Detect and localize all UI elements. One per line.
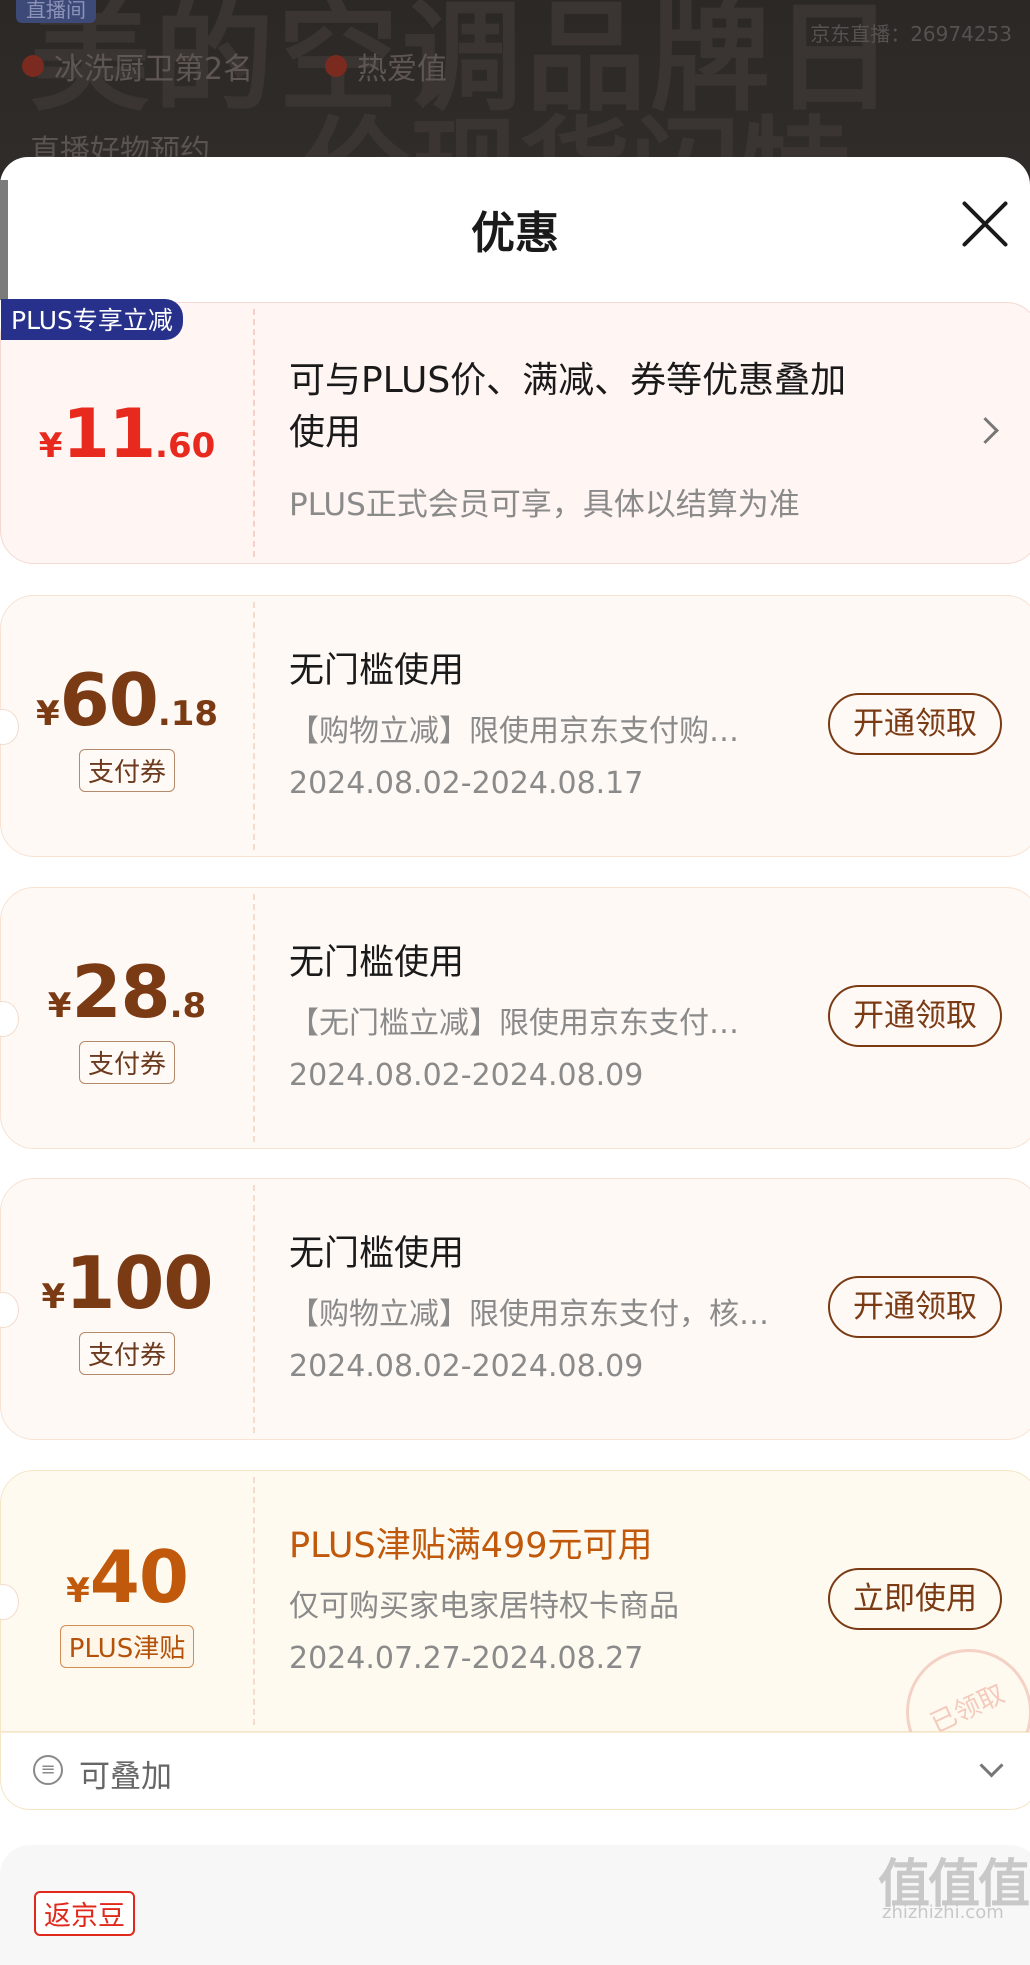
- coupon-title: 无门槛使用: [289, 651, 465, 691]
- coupon-card: ¥60.18 支付券 无门槛使用 【购物立减】限使用京东支付购… 2024.08…: [0, 595, 1030, 857]
- coupon-title: 无门槛使用: [289, 943, 465, 983]
- activate-claim-button[interactable]: 开通领取: [828, 693, 1002, 755]
- sheet-title: 优惠: [471, 208, 559, 259]
- chevron-down-icon[interactable]: [979, 1753, 1004, 1778]
- coupon-type: 支付券: [1, 1332, 253, 1375]
- coupon-card: ¥28.8 支付券 无门槛使用 【无门槛立减】限使用京东支付… 2024.08.…: [0, 887, 1030, 1149]
- rank-icon: [22, 55, 44, 77]
- activate-claim-button[interactable]: 开通领取: [828, 1276, 1002, 1338]
- stack-icon: ≡: [33, 1755, 63, 1785]
- coupon-amount: ¥28.8: [1, 950, 253, 1034]
- allowance-date: 2024.07.27-2024.08.27: [289, 1641, 644, 1676]
- plus-discount-title: 可与PLUS价、满减、券等优惠叠加使用: [289, 360, 847, 453]
- live-page-backdrop: 美的空调品牌日 价现货闪特 直播间 冰洗厨卫第2名 热爱值 直播好物预约 京东直…: [0, 0, 1030, 170]
- allowance-type: PLUS津贴: [1, 1625, 253, 1668]
- coupon-type-label: 支付券: [78, 749, 175, 792]
- backdrop-rank: 冰洗厨卫第2名: [22, 44, 253, 88]
- coupon-title: 无门槛使用: [289, 1234, 465, 1274]
- coupon-type-label: 支付券: [78, 1041, 175, 1084]
- allowance-type-label: PLUS津贴: [59, 1625, 195, 1668]
- stackable-row[interactable]: ≡ 可叠加: [0, 1732, 1030, 1810]
- card-divider: [253, 602, 255, 850]
- amount-decimal: .60: [155, 426, 216, 466]
- coupon-amount: ¥100: [1, 1241, 253, 1325]
- allowance-title: PLUS津贴满499元可用: [289, 1526, 653, 1566]
- plus-discount-card[interactable]: PLUS专享立减 ¥11.60 可与PLUS价、满减、券等优惠叠加使用 PLUS…: [0, 299, 1030, 564]
- amount-integer: 28: [71, 950, 170, 1034]
- currency-symbol: ¥: [66, 1571, 90, 1611]
- backdrop-live-id: 京东直播：26974253: [810, 22, 1012, 46]
- amount-decimal: .18: [157, 694, 219, 734]
- card-divider: [253, 309, 255, 557]
- plus-exclusive-tag: PLUS专享立减: [1, 299, 183, 340]
- amount-decimal: .8: [169, 986, 207, 1026]
- card-divider: [253, 1185, 255, 1433]
- coupon-type: 支付券: [1, 1041, 253, 1084]
- stackable-label: 可叠加: [79, 1759, 172, 1795]
- currency-symbol: ¥: [38, 426, 63, 466]
- coupon-date: 2024.08.02-2024.08.09: [289, 1058, 644, 1093]
- coupon-type: 支付券: [1, 749, 253, 792]
- jingdou-tag: 返京豆: [34, 1891, 135, 1936]
- rank-text: 冰洗厨卫第2名: [54, 52, 254, 87]
- backdrop-badge: 直播间: [16, 0, 96, 23]
- currency-symbol: ¥: [41, 1277, 66, 1317]
- card-divider: [253, 1477, 255, 1725]
- coupon-date: 2024.08.02-2024.08.09: [289, 1349, 644, 1384]
- scroll-edge-indicator: [0, 180, 8, 300]
- backdrop-hot: 热爱值: [325, 44, 447, 88]
- hot-text: 热爱值: [357, 52, 447, 87]
- jingdou-section: 返京豆: [0, 1845, 1030, 1965]
- coupon-date: 2024.08.02-2024.08.17: [289, 766, 644, 801]
- plus-discount-amount: ¥11.60: [1, 395, 253, 474]
- currency-symbol: ¥: [35, 694, 60, 734]
- activate-claim-button[interactable]: 开通领取: [828, 985, 1002, 1047]
- card-divider: [253, 894, 255, 1142]
- amount-integer: 60: [59, 658, 159, 742]
- site-watermark-url: zhizhizhi.com: [882, 1902, 1004, 1923]
- coupon-desc: 【购物立减】限使用京东支付购…: [289, 714, 739, 749]
- coupon-amount: ¥60.18: [1, 658, 253, 742]
- coupon-desc: 【购物立减】限使用京东支付，核…: [289, 1297, 769, 1332]
- plus-discount-desc: PLUS正式会员可享，具体以结算为准: [289, 487, 800, 523]
- close-icon[interactable]: [958, 197, 1012, 251]
- coupon-card: ¥100 支付券 无门槛使用 【购物立减】限使用京东支付，核… 2024.08.…: [0, 1178, 1030, 1440]
- allowance-desc: 仅可购买家电家居特权卡商品: [289, 1589, 679, 1624]
- amount-integer: 11: [62, 395, 156, 474]
- coupon-desc: 【无门槛立减】限使用京东支付…: [289, 1006, 739, 1041]
- currency-symbol: ¥: [47, 986, 72, 1026]
- amount-integer: 40: [89, 1535, 189, 1619]
- chevron-right-icon[interactable]: [972, 417, 999, 444]
- use-now-button[interactable]: 立即使用: [828, 1568, 1002, 1630]
- amount-integer: 100: [65, 1241, 213, 1325]
- plus-allowance-card: ¥40 PLUS津贴 PLUS津贴满499元可用 仅可购买家电家居特权卡商品 2…: [0, 1470, 1030, 1796]
- heart-icon: [325, 55, 347, 77]
- allowance-amount: ¥40: [1, 1535, 253, 1619]
- coupon-type-label: 支付券: [78, 1332, 175, 1375]
